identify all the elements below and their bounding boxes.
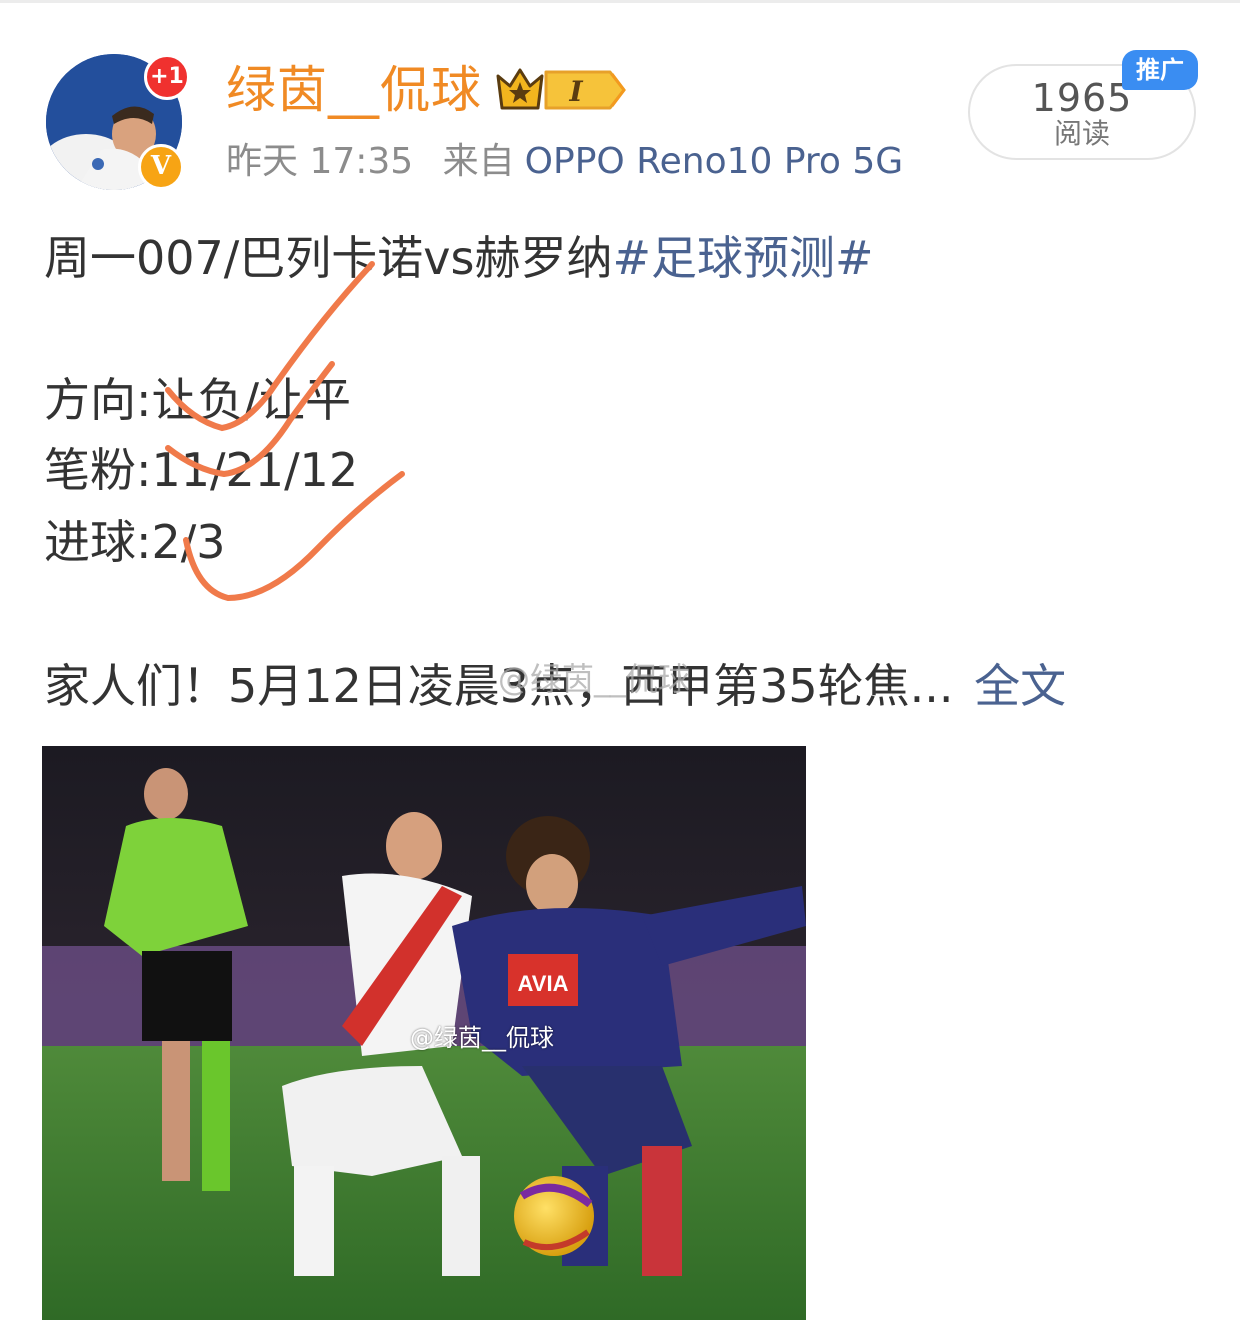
post-time: 昨天 17:35 — [226, 141, 414, 182]
svg-text:AVIA: AVIA — [518, 971, 569, 996]
scores-line: 笔粉:11/21/12 — [44, 443, 359, 497]
goals-line: 进球:2/3 — [44, 515, 226, 569]
match-line: 周一007/巴列卡诺vs赫罗纳#足球预测# — [44, 230, 874, 286]
match-text: 周一007/巴列卡诺vs赫罗纳 — [44, 231, 613, 285]
full-text-link[interactable]: 全文 — [974, 659, 1066, 713]
hashtag-link[interactable]: #足球预测# — [613, 231, 874, 285]
source-device[interactable]: OPPO Reno10 Pro 5G — [525, 141, 904, 182]
author-name[interactable]: 绿茵__侃球 — [226, 60, 482, 120]
post-meta: 昨天 17:35 来自 OPPO Reno10 Pro 5G — [226, 140, 921, 184]
promo-tag[interactable]: 推广 — [1122, 50, 1198, 90]
direction-line: 方向:让负/让平 — [44, 373, 351, 427]
author-avatar[interactable]: +1 V — [46, 54, 190, 190]
crown-icon: I — [496, 68, 626, 110]
source-prefix: 来自 — [442, 141, 515, 182]
image-watermark: @绿茵__侃球 — [410, 1024, 554, 1052]
reads-label: 阅读 — [1053, 117, 1110, 150]
verified-v-icon: V — [138, 144, 184, 190]
top-divider — [0, 0, 1240, 3]
level-badge-text: I — [568, 75, 583, 108]
new-count-badge: +1 — [144, 54, 190, 100]
text-watermark: @绿茵__侃球 — [498, 660, 691, 698]
